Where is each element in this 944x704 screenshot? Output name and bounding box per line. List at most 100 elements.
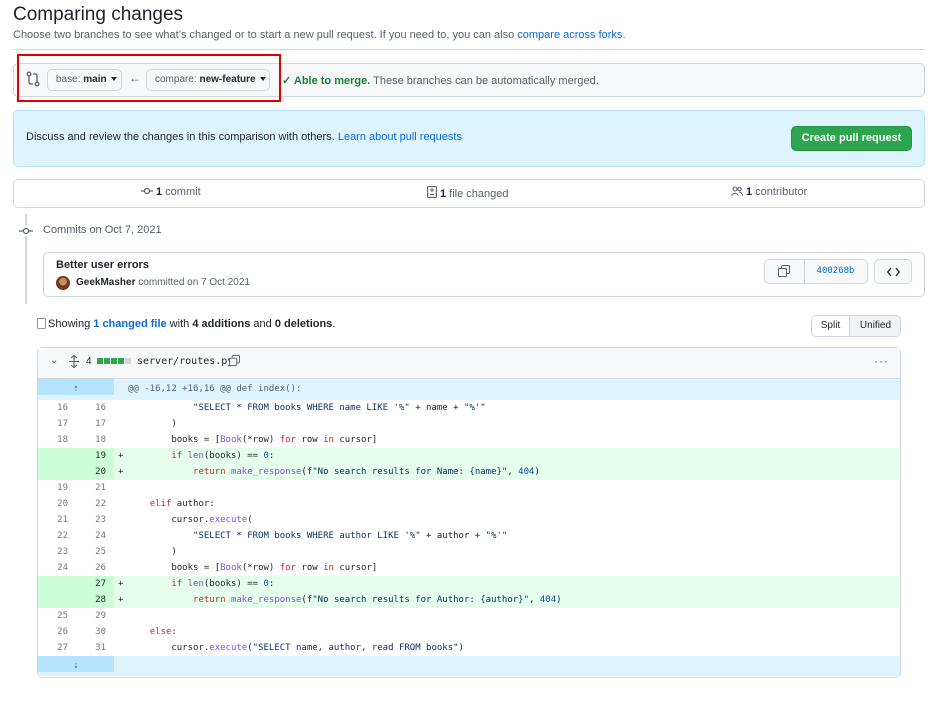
file-diff-icon <box>427 186 437 198</box>
old-line-number[interactable]: 21 <box>38 512 76 528</box>
new-line-number[interactable]: 23 <box>76 512 114 528</box>
diff-line-context: 16 16 "SELECT * FROM books WHERE name LIK… <box>38 400 900 416</box>
new-line-number[interactable]: 22 <box>76 496 114 512</box>
old-line-number[interactable] <box>38 592 76 608</box>
old-line-number[interactable]: 17 <box>38 416 76 432</box>
file-path-link[interactable]: server/routes.py <box>137 356 233 367</box>
diff-code: books = [Book(*row) for row in cursor] <box>128 563 378 573</box>
diff-line-addition: 19 + if len(books) == 0: <box>38 448 900 464</box>
diff-sign <box>118 624 123 640</box>
git-commit-icon <box>19 226 33 236</box>
avatar[interactable] <box>56 276 70 290</box>
diff-code: cursor.execute("SELECT name, author, rea… <box>128 643 464 653</box>
old-line-number[interactable]: 23 <box>38 544 76 560</box>
old-line-number[interactable]: 25 <box>38 608 76 624</box>
author-link[interactable]: GeekMasher <box>76 277 135 288</box>
diff-line-context: 19 21 <box>38 480 900 496</box>
diff-code: ) <box>128 419 177 429</box>
diff-change-count: 4 <box>86 356 92 367</box>
old-line-number[interactable]: 19 <box>38 480 76 496</box>
diff-sign <box>118 544 123 560</box>
new-line-number[interactable]: 24 <box>76 528 114 544</box>
git-commit-icon <box>141 187 153 195</box>
diff-line-context: 22 24 "SELECT * FROM books WHERE author L… <box>38 528 900 544</box>
diff-line-addition: 20 + return make_response(f"No search res… <box>38 464 900 480</box>
diff-code: "SELECT * FROM books WHERE name LIKE '%"… <box>193 403 486 413</box>
diff-sign <box>118 496 123 512</box>
new-line-number[interactable]: 16 <box>76 400 114 416</box>
copy-icon[interactable] <box>229 355 240 366</box>
new-line-number[interactable]: 30 <box>76 624 114 640</box>
diff-sign <box>118 432 123 448</box>
diff-sign <box>118 416 123 432</box>
diff-view-toggle: Split Unified <box>811 315 901 337</box>
commit-title-link[interactable]: Better user errors <box>56 259 149 271</box>
contributors-tab[interactable]: 1 contributor <box>731 186 807 198</box>
page-subtitle: Choose two branches to see what’s change… <box>13 29 626 41</box>
diff-line-addition: 28 + return make_response(f"No search res… <box>38 592 900 608</box>
commit-sha-link[interactable]: 400268b <box>804 260 867 283</box>
new-line-number[interactable]: 29 <box>76 608 114 624</box>
split-view-button[interactable]: Split <box>812 316 850 336</box>
learn-pull-requests-link[interactable]: Learn about pull requests <box>338 131 462 143</box>
new-line-number[interactable]: 20 <box>76 464 114 480</box>
diff-line-context: 23 25 ) <box>38 544 900 560</box>
new-line-number[interactable]: 17 <box>76 416 114 432</box>
old-line-number[interactable] <box>38 464 76 480</box>
diff-code: "SELECT * FROM books WHERE author LIKE '… <box>193 531 508 541</box>
old-line-number[interactable]: 22 <box>38 528 76 544</box>
new-line-number[interactable]: 18 <box>76 432 114 448</box>
diff-line-context: 18 18 books = [Book(*row) for row in curs… <box>38 432 900 448</box>
copy-sha-button[interactable] <box>765 260 803 283</box>
old-line-number[interactable]: 16 <box>38 400 76 416</box>
diff-code: if len(books) == 0: <box>171 579 275 589</box>
diff-line-context: 21 23 cursor.execute( <box>38 512 900 528</box>
diff-code: cursor.execute( <box>128 515 253 525</box>
diff-sign <box>118 608 123 624</box>
info-banner-text: Discuss and review the changes in this c… <box>26 131 462 143</box>
diff-line-context: 20 22 elif author: <box>38 496 900 512</box>
copy-icon <box>778 265 790 277</box>
old-line-number[interactable]: 24 <box>38 560 76 576</box>
diff-sign <box>118 560 123 576</box>
old-line-number[interactable]: 26 <box>38 624 76 640</box>
create-pull-request-button[interactable]: Create pull request <box>791 126 912 151</box>
kebab-horizontal-icon[interactable]: ··· <box>874 354 889 368</box>
old-line-number[interactable]: 27 <box>38 640 76 656</box>
divider <box>13 49 925 50</box>
old-line-number[interactable] <box>38 576 76 592</box>
changed-files-link[interactable]: 1 changed file <box>93 318 166 330</box>
merge-status: ✓ Able to merge. These branches can be a… <box>282 75 599 87</box>
expand-down-icon[interactable]: ⇣ <box>38 656 114 672</box>
commit-group-heading: Commits on Oct 7, 2021 <box>43 224 162 236</box>
file-diff-icon <box>37 318 46 329</box>
new-line-number[interactable]: 21 <box>76 480 114 496</box>
files-changed-tab[interactable]: 1 file changed <box>427 186 509 200</box>
page-title: Comparing changes <box>13 4 184 25</box>
compare-across-forks-link[interactable]: compare across forks <box>517 29 622 41</box>
new-line-number[interactable]: 27 <box>76 576 114 592</box>
new-line-number[interactable]: 26 <box>76 560 114 576</box>
diff-summary: Showing 1 changed file with 4 additions … <box>37 318 335 330</box>
browse-repository-button[interactable] <box>874 259 912 284</box>
commits-tab[interactable]: 1 commit <box>141 186 201 198</box>
collapse-chevron-icon[interactable]: ⌄ <box>50 355 58 366</box>
expand-up-icon[interactable]: ⇡ <box>38 379 114 395</box>
old-line-number[interactable]: 18 <box>38 432 76 448</box>
diff-code: else: <box>149 627 177 637</box>
new-line-number[interactable]: 28 <box>76 592 114 608</box>
new-line-number[interactable]: 19 <box>76 448 114 464</box>
new-line-number[interactable]: 25 <box>76 544 114 560</box>
old-line-number[interactable] <box>38 448 76 464</box>
old-line-number[interactable]: 20 <box>38 496 76 512</box>
unified-view-button[interactable]: Unified <box>850 316 900 336</box>
diff-sign <box>118 512 123 528</box>
diff-code: return make_response(f"No search results… <box>193 595 562 605</box>
diff-code: return make_response(f"No search results… <box>193 467 540 477</box>
diff-line-context: 27 31 cursor.execute("SELECT name, author… <box>38 640 900 656</box>
new-line-number[interactable]: 31 <box>76 640 114 656</box>
people-icon <box>731 186 743 196</box>
unfold-icon[interactable] <box>69 355 79 368</box>
diff-code: elif author: <box>149 499 215 509</box>
diff-sign <box>118 480 123 496</box>
